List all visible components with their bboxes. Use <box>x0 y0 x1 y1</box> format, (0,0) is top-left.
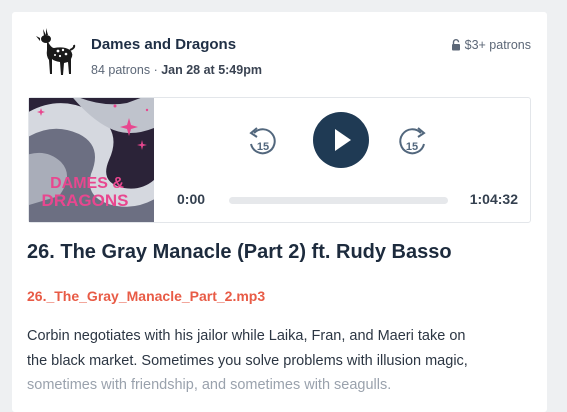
audio-player: DAMES & DRAGONS 15 15 0:00 1:04:32 <box>28 97 531 223</box>
play-button[interactable] <box>313 112 369 168</box>
tier-badge: $3+ patrons <box>451 38 531 52</box>
forward-15-icon[interactable]: 15 <box>397 122 431 160</box>
patron-count: 84 patrons <box>91 63 151 77</box>
post-meta: 84 patrons · Jan 28 at 5:49pm <box>91 63 262 77</box>
artwork-text-line2: DRAGONS <box>42 191 129 210</box>
play-icon <box>335 129 351 151</box>
total-duration: 1:04:32 <box>469 191 518 207</box>
creator-avatar-deer-icon[interactable] <box>34 26 78 78</box>
current-time: 0:00 <box>177 191 206 207</box>
tier-label: $3+ patrons <box>464 38 531 52</box>
lock-icon <box>451 39 460 51</box>
meta-separator: · <box>153 63 158 77</box>
artwork-text-line1: DAMES & <box>50 175 124 192</box>
progress-scrubber[interactable] <box>229 197 448 204</box>
skip-back-seconds: 15 <box>257 141 269 153</box>
attachment-link[interactable]: 26._The_Gray_Manacle_Part_2.mp3 <box>27 288 265 304</box>
skip-forward-seconds: 15 <box>406 141 418 153</box>
description-line: the black market. Sometimes you solve pr… <box>27 352 468 369</box>
post-title[interactable]: 26. The Gray Manacle (Part 2) ft. Rudy B… <box>27 241 452 264</box>
creator-name-link[interactable]: Dames and Dragons <box>91 36 236 53</box>
rewind-15-icon[interactable]: 15 <box>244 122 278 160</box>
post-date[interactable]: Jan 28 at 5:49pm <box>161 63 262 77</box>
description-line: sometimes with friendship, and sometimes… <box>27 377 392 393</box>
description-line: Corbin negotiates with his jailor while … <box>27 328 466 344</box>
podcast-artwork: DAMES & DRAGONS <box>29 98 154 222</box>
post-description: Corbin negotiates with his jailor while … <box>27 324 537 398</box>
post-card: Dames and Dragons 84 patrons · Jan 28 at… <box>12 12 547 412</box>
